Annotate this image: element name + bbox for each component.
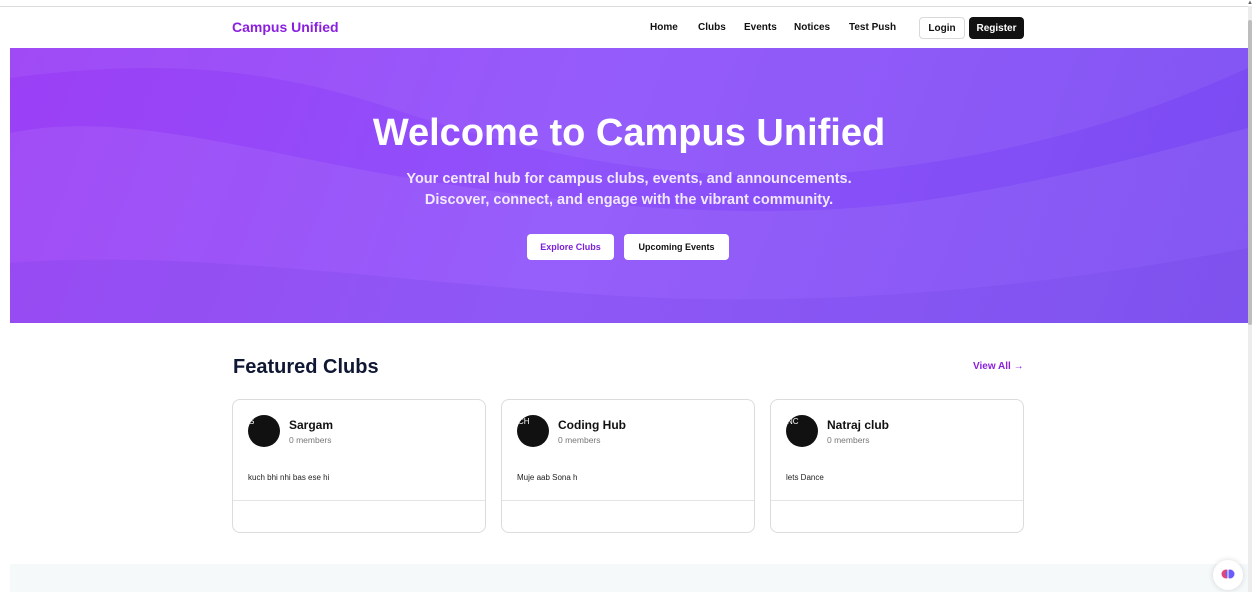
nav-test-push[interactable]: Test Push (849, 22, 896, 33)
page: Campus Unified Home Clubs Events Notices… (0, 0, 1252, 592)
club-name[interactable]: Coding Hub (558, 418, 626, 432)
nav-events[interactable]: Events (744, 22, 777, 33)
explore-clubs-button[interactable]: Explore Clubs (527, 234, 614, 260)
register-button[interactable]: Register (969, 17, 1024, 39)
club-card-natraj[interactable]: NC Natraj club 0 members lets Dance (770, 399, 1024, 533)
avatar: NC (786, 415, 818, 447)
avatar: CH (517, 415, 549, 447)
nav-clubs[interactable]: Clubs (698, 22, 726, 33)
hero-title: Welcome to Campus Unified (372, 112, 886, 154)
nav-home[interactable]: Home (650, 22, 678, 33)
hero-banner: Welcome to Campus Unified Your central h… (10, 48, 1248, 323)
brand-logo[interactable]: Campus Unified (232, 19, 339, 35)
club-members: 0 members (558, 435, 601, 445)
nav-notices[interactable]: Notices (794, 22, 830, 33)
footer-section (10, 564, 1248, 592)
club-card-sargam[interactable]: S Sargam 0 members kuch bhi nhi bas ese … (232, 399, 486, 533)
club-description: Muje aab Sona h (517, 473, 578, 482)
scrollbar-thumb[interactable] (1248, 20, 1252, 325)
featured-clubs-title: Featured Clubs (233, 356, 379, 378)
upcoming-events-button[interactable]: Upcoming Events (624, 234, 729, 260)
club-name[interactable]: Natraj club (827, 418, 889, 432)
club-description: kuch bhi nhi bas ese hi (248, 473, 330, 482)
card-divider (233, 500, 485, 501)
card-divider (771, 500, 1023, 501)
club-name[interactable]: Sargam (289, 418, 333, 432)
card-divider (502, 500, 754, 501)
hero-subtitle-line-1: Your central hub for campus clubs, event… (406, 171, 852, 187)
club-card-coding-hub[interactable]: CH Coding Hub 0 members Muje aab Sona h (501, 399, 755, 533)
view-all-link[interactable]: View All → (973, 361, 1024, 372)
assistant-button[interactable] (1213, 560, 1243, 590)
club-description: lets Dance (786, 473, 824, 482)
brain-icon (1221, 569, 1235, 579)
navbar: Campus Unified Home Clubs Events Notices… (10, 7, 1248, 48)
scroll-up-arrow-icon[interactable]: ▲ (1247, 0, 1252, 6)
hero-subtitle-line-2: Discover, connect, and engage with the v… (424, 192, 834, 208)
hero-subtitle: Your central hub for campus clubs, event… (10, 169, 1248, 211)
login-button[interactable]: Login (919, 17, 965, 39)
club-members: 0 members (827, 435, 870, 445)
avatar: S (248, 415, 280, 447)
club-members: 0 members (289, 435, 332, 445)
